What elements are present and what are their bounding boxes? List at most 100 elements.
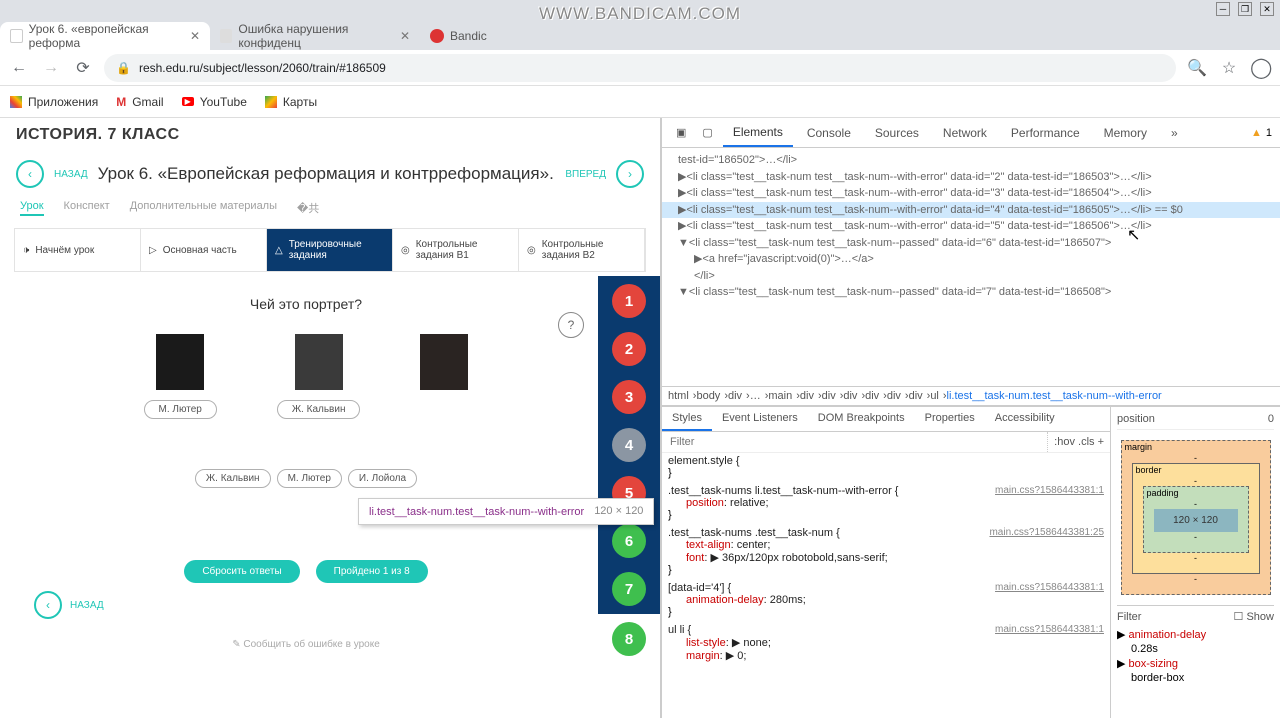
window-minimize-button[interactable]: ─ <box>1216 2 1230 16</box>
tab-konspekt[interactable]: Конспект <box>64 200 110 216</box>
styles-tab-dombp[interactable]: DOM Breakpoints <box>808 407 915 431</box>
tab-urok[interactable]: Урок <box>20 200 44 216</box>
css-rule[interactable]: element.style { <box>668 455 740 467</box>
tab-network[interactable]: Network <box>933 120 997 146</box>
dom-line-selected[interactable]: ▶<li class="test__task-num test__task-nu… <box>662 202 1280 219</box>
subject-header: ИСТОРИЯ. 7 КЛАСС <box>0 118 660 152</box>
task-num-4[interactable]: 4 <box>612 428 646 462</box>
tab-performance[interactable]: Performance <box>1001 120 1090 146</box>
inspect-tooltip: li.test__task-num.test__task-num--with-e… <box>358 498 654 525</box>
task-num-7[interactable]: 7 <box>612 572 646 606</box>
browser-tab-1[interactable]: Урок 6. «европейская реформа ✕ <box>0 22 210 50</box>
reset-answers-button[interactable]: Сбросить ответы <box>184 560 299 583</box>
tab-console[interactable]: Console <box>797 120 861 146</box>
drag-chip-luther[interactable]: М. Лютер <box>277 469 342 488</box>
stage-main[interactable]: ▷Основная часть <box>141 229 267 271</box>
tab-sources[interactable]: Sources <box>865 120 929 146</box>
warning-count: 1 <box>1266 127 1272 139</box>
styles-filter-input[interactable] <box>662 432 1047 452</box>
dom-line[interactable]: ▶<li class="test__task-num test__task-nu… <box>662 218 1280 235</box>
warning-icon[interactable]: ▲ <box>1251 127 1262 139</box>
lesson-back-button[interactable]: ‹ <box>16 160 44 188</box>
portrait-3[interactable] <box>420 334 468 390</box>
reload-icon[interactable]: ⟳ <box>72 58 94 78</box>
css-source-link[interactable]: main.css?1586443381:25 <box>989 527 1104 538</box>
close-icon[interactable]: ✕ <box>190 29 200 43</box>
back-button-2[interactable]: ‹ <box>34 591 62 619</box>
help-button[interactable]: ? <box>558 312 584 338</box>
devtools-toolbar: ▣ ▢ Elements Console Sources Network Per… <box>662 118 1280 148</box>
task-panel: Чей это портрет? ? М. Лютер Ж. Кальвин Ж… <box>14 276 598 670</box>
css-rule[interactable]: ul li { <box>668 624 691 636</box>
portrait-2[interactable] <box>295 334 343 390</box>
styles-tab-styles[interactable]: Styles <box>662 407 712 431</box>
maps-bookmark[interactable]: Карты <box>265 95 317 109</box>
stage-start[interactable]: 🕩Начнём урок <box>15 229 141 271</box>
search-icon[interactable]: 🔍 <box>1186 58 1208 78</box>
stage-control-b1[interactable]: ◎Контрольныезадания B1 <box>393 229 519 271</box>
favicon-icon <box>430 29 444 43</box>
lesson-forward-button[interactable]: › <box>616 160 644 188</box>
computed-styles[interactable]: ▶ animation-delay 0.28s ▶ box-sizing bor… <box>1117 627 1274 685</box>
breadcrumb[interactable]: html›body›div›…›main›div›div›div›div›div… <box>662 386 1280 406</box>
css-source-link[interactable]: main.css?1586443381:1 <box>995 485 1104 496</box>
css-source-link[interactable]: main.css?1586443381:1 <box>995 582 1104 593</box>
task-num-2[interactable]: 2 <box>612 332 646 366</box>
address-bar[interactable]: 🔒 resh.edu.ru/subject/lesson/2060/train/… <box>104 54 1176 82</box>
browser-tab-3[interactable]: Bandic <box>420 22 630 50</box>
close-icon[interactable]: ✕ <box>400 29 410 43</box>
tab-memory[interactable]: Memory <box>1094 120 1157 146</box>
dom-line[interactable]: ▼<li class="test__task-num test__task-nu… <box>662 284 1280 301</box>
styles-tab-props[interactable]: Properties <box>915 407 985 431</box>
back-label: НАЗАД <box>54 169 88 180</box>
portrait-1[interactable] <box>156 334 204 390</box>
stage-training[interactable]: △Тренировочныезадания <box>267 229 393 271</box>
answer-chip-calvin[interactable]: Ж. Кальвин <box>277 400 361 419</box>
tab-title: Урок 6. «европейская реформа <box>29 22 184 50</box>
progress-button[interactable]: Пройдено 1 из 8 <box>316 560 428 583</box>
youtube-bookmark[interactable]: ▶YouTube <box>182 95 247 109</box>
css-rule[interactable]: .test__task-nums li.test__task-num--with… <box>668 485 898 497</box>
dom-line[interactable]: ▼<li class="test__task-num test__task-nu… <box>662 235 1280 252</box>
tab-dop[interactable]: Дополнительные материалы <box>130 200 277 216</box>
cursor-pointer: ↖ <box>1127 225 1140 245</box>
dom-line[interactable]: </li> <box>662 268 1280 285</box>
window-close-button[interactable]: ✕ <box>1260 2 1274 16</box>
dom-line[interactable]: ▶<li class="test__task-num test__task-nu… <box>662 185 1280 202</box>
play-icon: ▷ <box>149 245 157 256</box>
report-error-link[interactable]: ✎ Сообщить об ошибке в уроке <box>14 639 598 650</box>
css-source-link[interactable]: main.css?1586443381:1 <box>995 624 1104 635</box>
star-icon[interactable]: ☆ <box>1218 58 1240 78</box>
tab-more[interactable]: » <box>1161 120 1188 146</box>
device-icon[interactable]: ▢ <box>696 126 718 139</box>
answer-chip-luther[interactable]: М. Лютер <box>144 400 217 419</box>
dom-line[interactable]: ▶<a href="javascript:void(0)">…</a> <box>662 251 1280 268</box>
gmail-bookmark[interactable]: MGmail <box>116 95 163 109</box>
styles-tab-acc[interactable]: Accessibility <box>985 407 1065 431</box>
stage-control-b2[interactable]: ◎Контрольныезадания B2 <box>519 229 645 271</box>
back-icon[interactable]: ← <box>8 59 30 77</box>
lesson-title: Урок 6. «Европейская реформация и контрр… <box>98 164 556 184</box>
window-maximize-button[interactable]: ❐ <box>1238 2 1252 16</box>
tab-title: Ошибка нарушения конфиденц <box>238 22 394 50</box>
browser-tab-2[interactable]: Ошибка нарушения конфиденц ✕ <box>210 22 420 50</box>
drag-chip-loyola[interactable]: И. Лойола <box>348 469 417 488</box>
task-num-3[interactable]: 3 <box>612 380 646 414</box>
address-bar-row: ← → ⟳ 🔒 resh.edu.ru/subject/lesson/2060/… <box>0 50 1280 86</box>
dom-tree[interactable]: test-id="186502">…</li> ▶<li class="test… <box>662 148 1280 386</box>
inspect-icon[interactable]: ▣ <box>670 126 692 139</box>
drag-chip-calvin[interactable]: Ж. Кальвин <box>195 469 271 488</box>
task-num-6[interactable]: 6 <box>612 524 646 558</box>
dom-line[interactable]: ▶<li class="test__task-num test__task-nu… <box>662 169 1280 186</box>
styles-tab-events[interactable]: Event Listeners <box>712 407 808 431</box>
task-num-8[interactable]: 8 <box>612 622 646 656</box>
css-rule[interactable]: [data-id='4'] { <box>668 582 731 594</box>
css-rule[interactable]: .test__task-nums .test__task-num { <box>668 527 840 539</box>
tab-elements[interactable]: Elements <box>723 119 793 147</box>
task-num-1[interactable]: 1 <box>612 284 646 318</box>
apps-bookmark[interactable]: Приложения <box>10 95 98 109</box>
share-icon[interactable]: �共 <box>297 200 319 216</box>
dom-line[interactable]: test-id="186502">…</li> <box>662 152 1280 169</box>
profile-icon[interactable]: ◯ <box>1250 55 1272 80</box>
styles-filter-opts[interactable]: :hov .cls + <box>1047 432 1110 452</box>
